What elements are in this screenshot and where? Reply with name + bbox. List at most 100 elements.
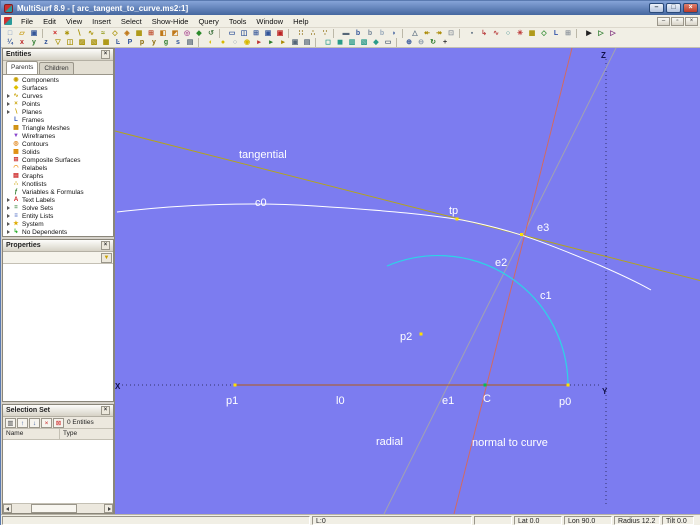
- insert-snake-icon[interactable]: ≈: [97, 29, 109, 38]
- flag-red-icon[interactable]: ▸: [253, 38, 265, 47]
- close-button[interactable]: ×: [683, 3, 698, 13]
- flag-green-icon[interactable]: ▸: [265, 38, 277, 47]
- mdi-restore-button[interactable]: ▫: [671, 16, 684, 26]
- insert-curve-icon[interactable]: ∿: [85, 29, 97, 38]
- close-icon[interactable]: ×: [101, 406, 110, 415]
- fraction-icon[interactable]: ¼: [4, 38, 16, 47]
- menu-item[interactable]: View: [61, 15, 87, 28]
- pin-p-icon[interactable]: p: [136, 38, 148, 47]
- pin-s-icon[interactable]: s: [172, 38, 184, 47]
- flag-yellow-icon[interactable]: ▸: [277, 38, 289, 47]
- select-toggle-icon[interactable]: ▷: [607, 29, 619, 38]
- pin-g-icon[interactable]: g: [160, 38, 172, 47]
- scroll-left-icon[interactable]: [3, 504, 12, 513]
- arc-c1[interactable]: [386, 255, 569, 385]
- tree-item[interactable]: ◠ Relabels: [3, 164, 113, 172]
- close-icon[interactable]: ×: [101, 50, 110, 59]
- scroll-right-icon[interactable]: [104, 504, 113, 513]
- select-arrow-icon[interactable]: ▶: [583, 29, 595, 38]
- insert-mesh-icon[interactable]: ▦: [133, 29, 145, 38]
- tree-item[interactable]: ▤ Graphs: [3, 172, 113, 180]
- tree-item[interactable]: ◆ Surfaces: [3, 84, 113, 92]
- entities-tab[interactable]: Parents: [6, 61, 39, 74]
- expander-icon[interactable]: [6, 197, 12, 203]
- tree-item[interactable]: ▩ Solids: [3, 148, 113, 156]
- tree-item[interactable]: ★ System: [3, 220, 113, 228]
- label-medium-icon[interactable]: b: [364, 29, 376, 38]
- point-p2[interactable]: [419, 332, 423, 336]
- columns-icon[interactable]: ▥: [5, 417, 16, 428]
- rotate-view-icon[interactable]: ↻: [427, 38, 439, 47]
- insert-cube-icon[interactable]: ◧: [157, 29, 169, 38]
- bulb-off-icon[interactable]: ○: [229, 38, 241, 47]
- insert-sphere-icon[interactable]: ◎: [181, 29, 193, 38]
- point-tp[interactable]: [455, 217, 459, 221]
- corner-icon[interactable]: Ŀ: [112, 38, 124, 47]
- expander-icon[interactable]: [6, 101, 12, 107]
- tree-item[interactable]: A Text Labels: [3, 196, 113, 204]
- save-icon[interactable]: ▣: [28, 29, 40, 38]
- tree-item[interactable]: ⊞ Composite Surfaces: [3, 156, 113, 164]
- menu-item[interactable]: Help: [288, 15, 313, 28]
- point-C[interactable]: [483, 383, 487, 387]
- label-small-icon[interactable]: b: [376, 29, 388, 38]
- view-split-icon[interactable]: ◫: [238, 29, 250, 38]
- new-file-icon[interactable]: □: [4, 29, 16, 38]
- column-header-name[interactable]: Name: [3, 429, 60, 439]
- frame-tool-icon[interactable]: L: [550, 29, 562, 38]
- diamond-tool-icon[interactable]: ◇: [538, 29, 550, 38]
- menu-item[interactable]: File: [16, 15, 38, 28]
- tree-item[interactable]: L Frames: [3, 116, 113, 124]
- pin-y-icon[interactable]: y: [148, 38, 160, 47]
- pin-P-icon[interactable]: P: [124, 38, 136, 47]
- ring-icon[interactable]: ○: [502, 29, 514, 38]
- move-down-icon[interactable]: ↓: [29, 417, 40, 428]
- insert-prism-icon[interactable]: ◩: [169, 29, 181, 38]
- mdi-minimize-button[interactable]: –: [657, 16, 670, 26]
- tree-item[interactable]: = Solve Sets: [3, 204, 113, 212]
- tree-item[interactable]: ∿ Curves: [3, 92, 113, 100]
- pan-icon[interactable]: +: [439, 38, 451, 47]
- tree-item[interactable]: ◉ Components: [3, 76, 113, 84]
- step-back-icon[interactable]: ↞: [421, 29, 433, 38]
- selection-horizontal-scrollbar[interactable]: [3, 503, 113, 513]
- view-active-icon[interactable]: ▣: [274, 29, 286, 38]
- hatch-x-icon[interactable]: ▨: [76, 38, 88, 47]
- point-p1[interactable]: [233, 383, 237, 387]
- hook-icon[interactable]: ↳: [478, 29, 490, 38]
- shaded-mode-icon[interactable]: ◼: [334, 38, 346, 47]
- mail-view-icon[interactable]: ▭: [382, 38, 394, 47]
- remove-all-icon[interactable]: ⊠: [53, 417, 64, 428]
- tree-item[interactable]: ◎ Contours: [3, 140, 113, 148]
- rosette-icon[interactable]: ✳: [514, 29, 526, 38]
- funnel-icon[interactable]: ▽: [52, 38, 64, 47]
- expander-icon[interactable]: [6, 229, 12, 235]
- tree-item[interactable]: ▦ Triangle Meshes: [3, 124, 113, 132]
- move-up-icon[interactable]: ↑: [17, 417, 28, 428]
- insert-surface-icon[interactable]: ◇: [109, 29, 121, 38]
- wireframe-mode-icon[interactable]: ◻: [322, 38, 334, 47]
- camera-icon[interactable]: ▣: [289, 38, 301, 47]
- menu-item[interactable]: Tools: [224, 15, 252, 28]
- expander-icon[interactable]: [6, 93, 12, 99]
- print-icon[interactable]: ▤: [184, 38, 196, 47]
- label-large-icon[interactable]: b: [352, 29, 364, 38]
- tree-item[interactable]: ∴ Knotlists: [3, 180, 113, 188]
- hatch-z-icon[interactable]: ▦: [100, 38, 112, 47]
- bulb-on-icon[interactable]: ●: [217, 38, 229, 47]
- remove-icon[interactable]: ×: [41, 417, 52, 428]
- point-e3[interactable]: [520, 233, 523, 236]
- insert-solid-icon[interactable]: ◈: [121, 29, 133, 38]
- ruler-icon[interactable]: ▪: [466, 29, 478, 38]
- menu-item[interactable]: Select: [116, 15, 147, 28]
- hatch-y-icon[interactable]: ▧: [88, 38, 100, 47]
- tree-item[interactable]: ƒ Variables & Formulas: [3, 188, 113, 196]
- show-hide-icon[interactable]: ◐: [205, 38, 217, 47]
- delete-icon[interactable]: ×: [49, 29, 61, 38]
- insert-line-icon[interactable]: ∖: [73, 29, 85, 38]
- render-textured-icon[interactable]: ▧: [358, 38, 370, 47]
- select-add-icon[interactable]: ▷: [595, 29, 607, 38]
- mesh-tool-icon[interactable]: ▦: [526, 29, 538, 38]
- beaker-icon[interactable]: ◫: [64, 38, 76, 47]
- point-p0[interactable]: [566, 383, 570, 387]
